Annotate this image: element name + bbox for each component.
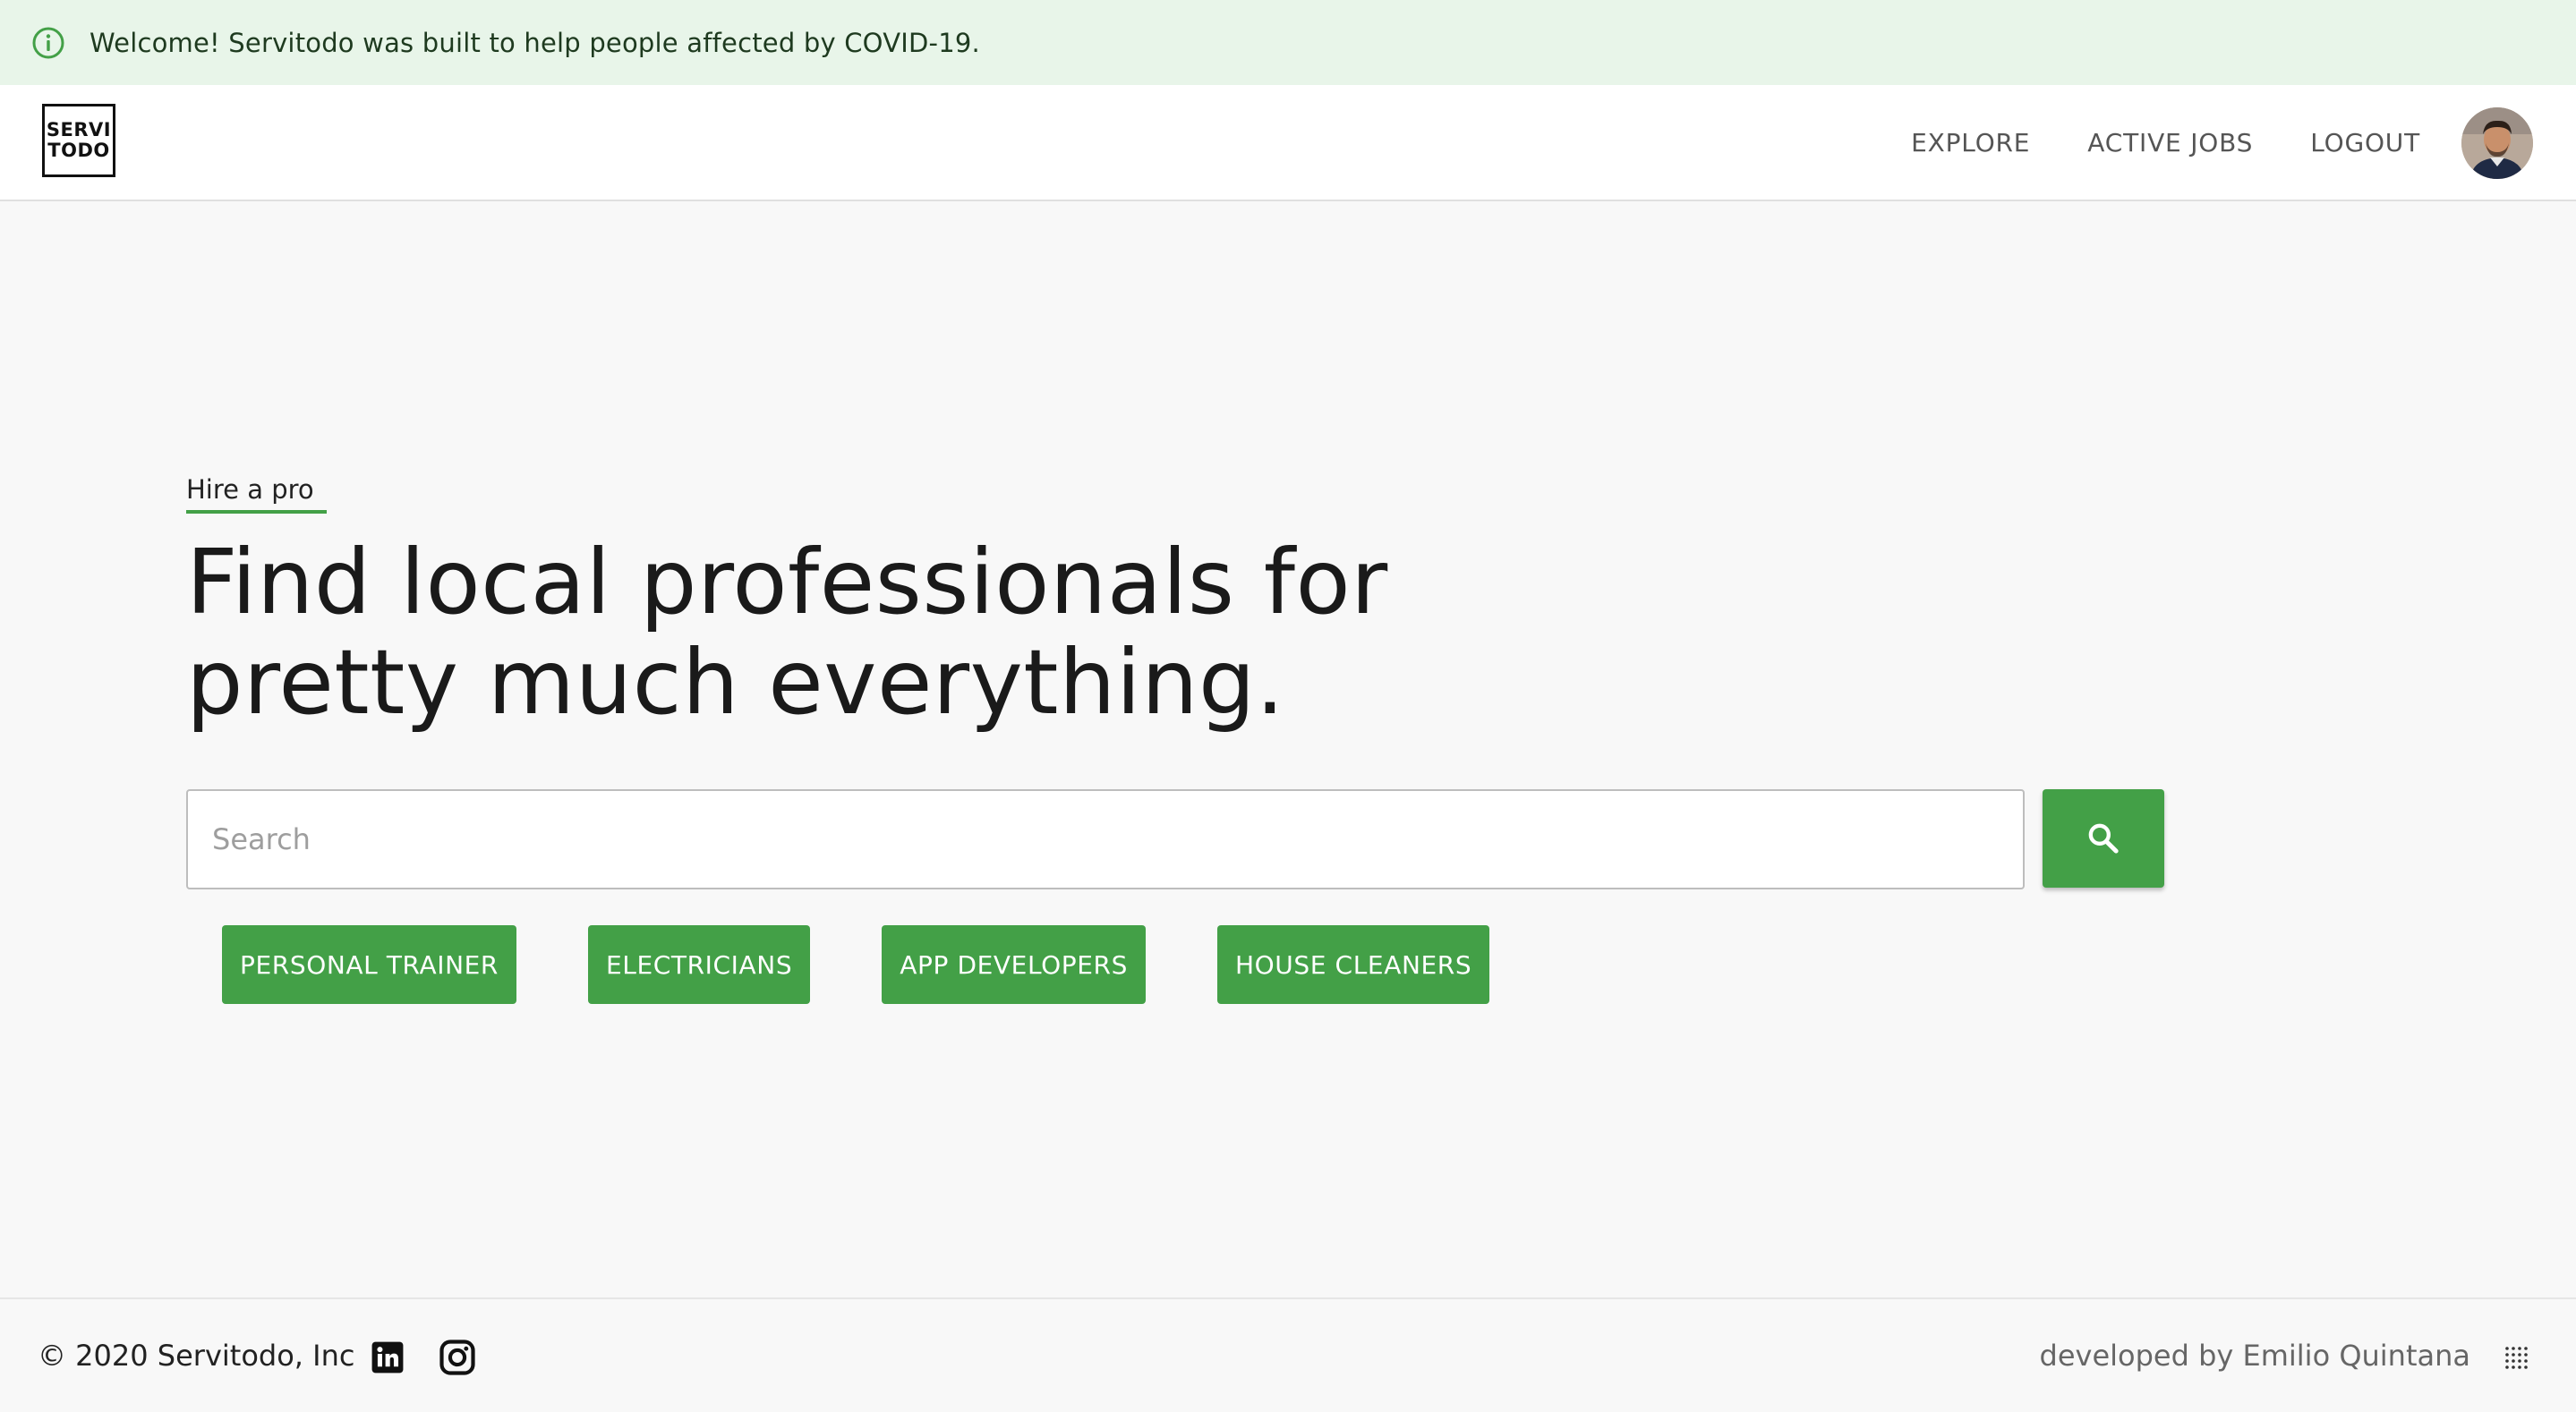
copyright-text: © 2020 Servitodo, Inc bbox=[38, 1339, 355, 1373]
search-input[interactable] bbox=[186, 789, 2025, 889]
developer-credit: developed by Emilio Quintana bbox=[2039, 1339, 2471, 1373]
user-avatar[interactable] bbox=[2461, 107, 2533, 179]
chip-app-developers[interactable]: APP DEVELOPERS bbox=[882, 925, 1146, 1004]
info-icon bbox=[32, 27, 64, 58]
headline-line-1: Find local professionals for bbox=[186, 530, 1388, 634]
category-chips: PERSONAL TRAINER ELECTRICIANS APP DEVELO… bbox=[222, 925, 1490, 1004]
banner-message: Welcome! Servitodo was built to help peo… bbox=[90, 27, 980, 58]
search-button[interactable] bbox=[2043, 789, 2164, 888]
nav-active-jobs[interactable]: ACTIVE JOBS bbox=[2087, 128, 2253, 157]
headline-line-2: pretty much everything. bbox=[186, 630, 1285, 735]
chip-house-cleaners[interactable]: HOUSE CLEANERS bbox=[1217, 925, 1490, 1004]
chip-personal-trainer[interactable]: PERSONAL TRAINER bbox=[222, 925, 516, 1004]
nav-explore[interactable]: EXPLORE bbox=[1911, 128, 2030, 157]
hire-a-pro-label: Hire a pro bbox=[186, 474, 327, 514]
avatar-portrait-icon bbox=[2461, 107, 2533, 179]
chip-electricians[interactable]: ELECTRICIANS bbox=[587, 925, 811, 1004]
nav-links: EXPLORE ACTIVE JOBS LOGOUT bbox=[1911, 85, 2420, 200]
logo-line-2: TODO bbox=[47, 140, 110, 161]
dots-grid-icon bbox=[2505, 1347, 2528, 1369]
footer: © 2020 Servitodo, Inc developed by Emili… bbox=[0, 1297, 2576, 1412]
welcome-banner: Welcome! Servitodo was built to help peo… bbox=[0, 0, 2576, 85]
linkedin-icon[interactable] bbox=[371, 1340, 405, 1374]
instagram-icon[interactable] bbox=[439, 1339, 476, 1376]
logo-line-1: SERVI bbox=[46, 119, 112, 140]
hero-headline: Find local professionals for pretty much… bbox=[186, 532, 1439, 733]
top-navbar: SERVI TODO EXPLORE ACTIVE JOBS LOGOUT bbox=[0, 85, 2576, 201]
search-icon bbox=[2088, 823, 2119, 854]
servitodo-logo[interactable]: SERVI TODO bbox=[42, 104, 115, 177]
nav-logout[interactable]: LOGOUT bbox=[2310, 128, 2420, 157]
